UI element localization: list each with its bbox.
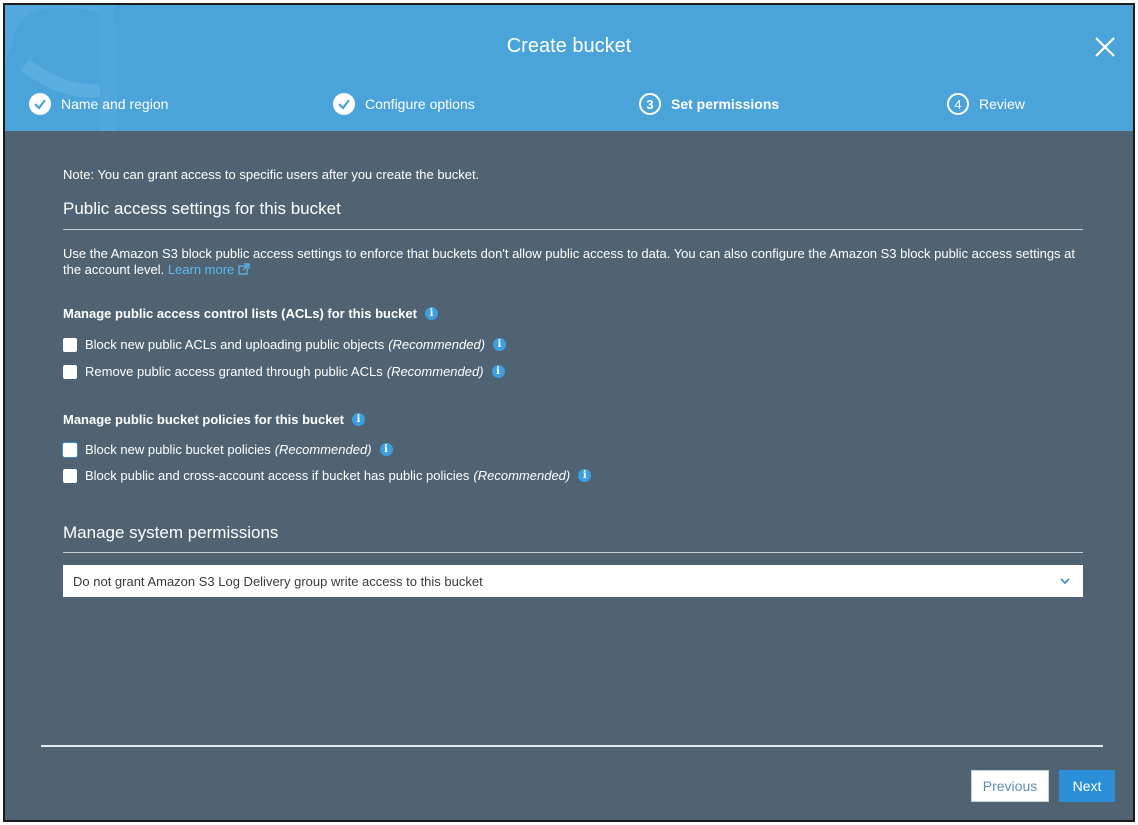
wizard-steps: Name and region Configure options 3 Set … [5, 89, 1133, 119]
section-divider [63, 552, 1083, 553]
checkbox-block-new-public-acls[interactable] [63, 337, 77, 352]
step-configure-options[interactable]: Configure options [333, 89, 475, 119]
acl-option-block-new: Block new public ACLs and uploading publ… [63, 337, 507, 352]
next-button[interactable]: Next [1059, 770, 1115, 802]
policy-group-heading: Manage public bucket policies for this b… [63, 412, 365, 427]
dialog-header: Create bucket Name and region Configure … [5, 5, 1133, 131]
step-label: Configure options [365, 96, 475, 112]
create-bucket-dialog: Create bucket Name and region Configure … [3, 3, 1135, 822]
policy-option-block-new: Block new public bucket policies (Recomm… [63, 442, 393, 457]
step-label: Set permissions [671, 96, 780, 112]
info-icon[interactable]: i [493, 338, 507, 351]
step-number-badge: 3 [639, 93, 661, 115]
acl-group-heading: Manage public access control lists (ACLs… [63, 306, 438, 321]
close-icon[interactable] [1091, 33, 1119, 61]
log-delivery-select[interactable]: Do not grant Amazon S3 Log Delivery grou… [63, 565, 1083, 597]
public-access-heading: Public access settings for this bucket [63, 199, 341, 218]
info-icon[interactable]: i [352, 413, 365, 426]
step-name-and-region[interactable]: Name and region [29, 89, 168, 119]
grant-access-note: Note: You can grant access to specific u… [63, 167, 480, 182]
chevron-down-icon [1060, 578, 1070, 585]
external-link-icon [238, 263, 250, 275]
recommended-tag: (Recommended) [473, 468, 571, 483]
footer-divider [41, 745, 1103, 747]
acl-option-remove-public: Remove public access granted through pub… [63, 364, 505, 379]
checkbox-block-new-bucket-policies[interactable] [63, 442, 77, 457]
policy-option-block-cross-account: Block public and cross-account access if… [63, 468, 592, 483]
option-label: Block new public bucket policies [85, 442, 271, 457]
step-set-permissions[interactable]: 3 Set permissions [639, 89, 779, 119]
recommended-tag: (Recommended) [388, 337, 486, 352]
step-label: Review [979, 96, 1025, 112]
info-icon[interactable]: i [379, 443, 393, 456]
recommended-tag: (Recommended) [386, 364, 484, 379]
info-icon[interactable]: i [491, 365, 505, 378]
step-review[interactable]: 4 Review [947, 89, 1025, 119]
previous-button[interactable]: Previous [971, 770, 1049, 802]
option-label: Block public and cross-account access if… [85, 468, 470, 483]
info-icon[interactable]: i [578, 469, 592, 482]
option-label: Remove public access granted through pub… [85, 364, 383, 379]
checkbox-block-cross-account-access[interactable] [63, 468, 77, 483]
recommended-tag: (Recommended) [274, 442, 372, 457]
option-label: Block new public ACLs and uploading publ… [85, 337, 385, 352]
check-circle-icon [333, 93, 355, 115]
system-permissions-heading: Manage system permissions [63, 523, 279, 542]
checkbox-remove-public-access[interactable] [63, 364, 77, 379]
learn-more-link[interactable]: Learn more [168, 262, 250, 277]
step-label: Name and region [61, 96, 169, 112]
section-divider [63, 229, 1083, 230]
info-icon[interactable]: i [424, 307, 438, 320]
select-value: Do not grant Amazon S3 Log Delivery grou… [73, 573, 483, 589]
step-number-badge: 4 [947, 93, 969, 115]
check-circle-icon [29, 93, 51, 115]
dialog-title: Create bucket [506, 35, 632, 57]
public-access-description: Use the Amazon S3 block public access se… [63, 246, 1083, 278]
